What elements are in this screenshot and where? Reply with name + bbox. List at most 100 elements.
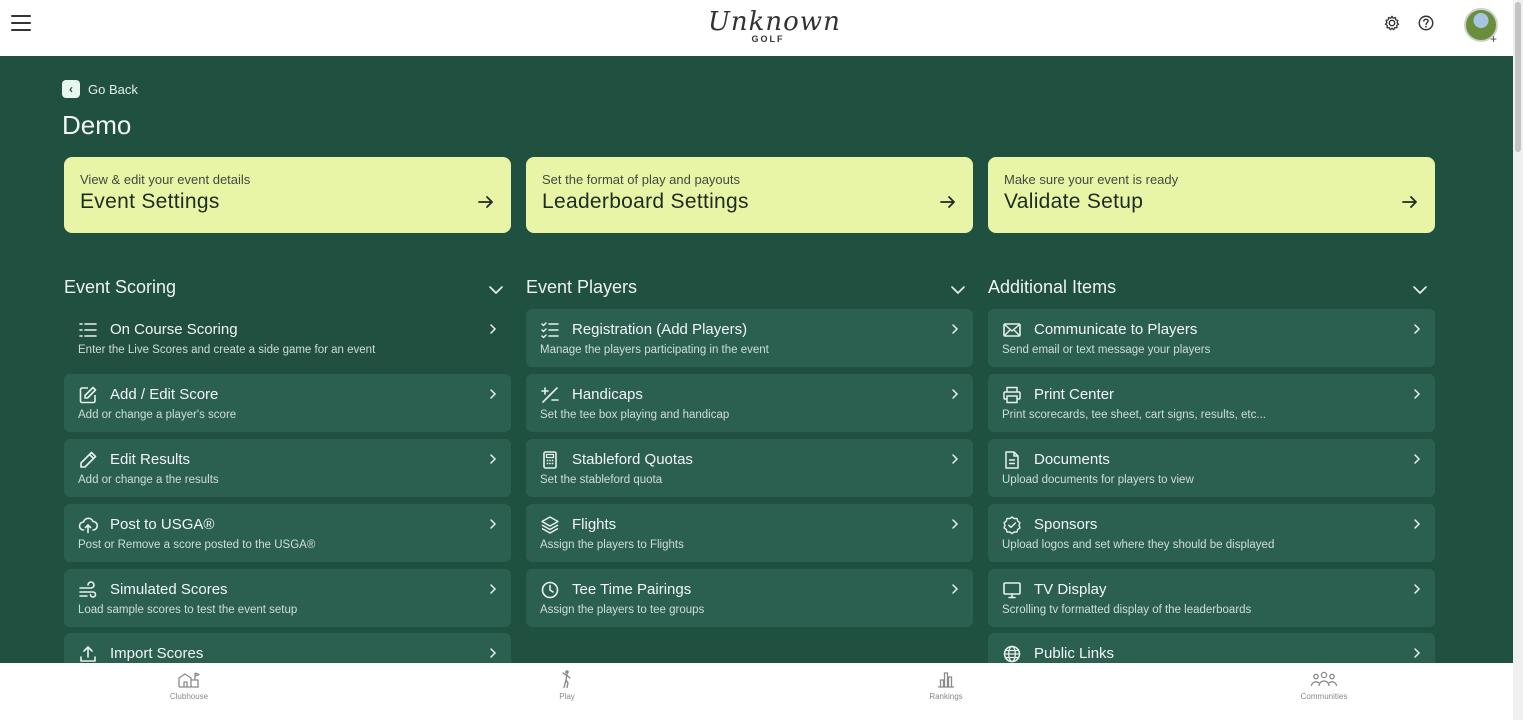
item-description: Assign the players to Flights	[540, 539, 684, 551]
section-title: Event Scoring	[64, 277, 177, 297]
clubhouse-icon	[178, 672, 200, 688]
logo-script: Unknown	[708, 7, 841, 37]
nav-rankings[interactable]: Rankings	[906, 669, 986, 701]
item-description: Upload documents for players to view	[1002, 474, 1194, 486]
communicate-to-players-item[interactable]: Communicate to Players Send email or tex…	[988, 309, 1435, 367]
post-to-usga-item[interactable]: Post to USGA® Post or Remove a score pos…	[64, 504, 511, 562]
chevron-right-icon	[490, 648, 497, 658]
scrollbar-thumb[interactable]	[1515, 2, 1521, 152]
item-title: TV Display	[1034, 581, 1107, 598]
help-icon[interactable]	[1417, 14, 1435, 32]
calculator-icon	[543, 451, 557, 469]
scrollbar[interactable]	[1513, 0, 1523, 720]
card-subtitle: View & edit your event details	[80, 172, 251, 187]
chevron-right-icon	[490, 519, 497, 529]
item-title: Registration (Add Players)	[572, 321, 748, 338]
golfer-icon	[562, 670, 571, 689]
chevron-right-icon	[490, 584, 497, 594]
leaderboard-settings-card[interactable]: Set the format of play and payouts Leade…	[526, 157, 973, 233]
chevron-down-icon	[1413, 286, 1427, 294]
wind-icon	[79, 581, 97, 598]
section-additional-items-header[interactable]: Additional Items	[988, 277, 1435, 301]
add-account-icon[interactable]: +	[1490, 32, 1497, 46]
pencil-icon	[80, 451, 97, 468]
go-back-button[interactable]: ‹ Go Back	[62, 80, 138, 98]
nav-label: Clubhouse	[169, 692, 209, 701]
tee-time-pairings-item[interactable]: Tee Time Pairings Assign the players to …	[526, 569, 973, 627]
document-icon	[1005, 451, 1019, 469]
sponsors-item[interactable]: Sponsors Upload logos and set where they…	[988, 504, 1435, 562]
chevron-right-icon	[952, 324, 959, 334]
print-center-item[interactable]: Print Center Print scorecards, tee sheet…	[988, 374, 1435, 432]
import-scores-item[interactable]: Import Scores	[64, 633, 511, 663]
app-logo[interactable]: Unknown GOLF	[708, 7, 841, 50]
registration-item[interactable]: Registration (Add Players) Manage the pl…	[526, 309, 973, 367]
item-title: Handicaps	[572, 386, 643, 403]
item-title: Communicate to Players	[1034, 321, 1198, 338]
stableford-quotas-item[interactable]: Stableford Quotas Set the stableford quo…	[526, 439, 973, 497]
chevron-right-icon	[952, 584, 959, 594]
plus-minus-icon	[541, 387, 559, 403]
documents-item[interactable]: Documents Upload documents for players t…	[988, 439, 1435, 497]
section-event-scoring-header[interactable]: Event Scoring	[64, 277, 511, 301]
checklist-icon	[541, 322, 559, 339]
item-title: On Course Scoring	[110, 321, 238, 338]
item-description: Add or change a the results	[78, 474, 219, 486]
item-description: Post or Remove a score posted to the USG…	[78, 539, 316, 551]
cloud-upload-icon	[78, 517, 98, 534]
upload-icon	[80, 646, 96, 662]
chevron-right-icon	[952, 454, 959, 464]
item-title: Documents	[1034, 451, 1110, 468]
item-description: Upload logos and set where they should b…	[1002, 539, 1275, 551]
chevron-right-icon	[490, 324, 497, 334]
item-title: Print Center	[1034, 386, 1115, 403]
handicaps-item[interactable]: Handicaps Set the tee box playing and ha…	[526, 374, 973, 432]
event-settings-card[interactable]: View & edit your event details Event Set…	[64, 157, 511, 233]
item-title: Tee Time Pairings	[572, 581, 692, 598]
nav-communities[interactable]: Communities	[1284, 669, 1364, 701]
item-description: Enter the Live Scores and create a side …	[78, 344, 376, 356]
card-title: Leaderboard Settings	[542, 190, 749, 213]
chevron-right-icon	[1414, 519, 1421, 529]
page-title: Demo	[62, 110, 132, 140]
chevron-down-icon	[489, 286, 503, 294]
nav-label: Rankings	[929, 692, 963, 701]
on-course-scoring-item[interactable]: On Course Scoring Enter the Live Scores …	[64, 309, 511, 367]
people-icon	[1310, 671, 1338, 687]
simulated-scores-item[interactable]: Simulated Scores Load sample scores to t…	[64, 569, 511, 627]
menu-icon[interactable]	[11, 15, 31, 33]
item-description: Manage the players participating in the …	[540, 344, 769, 356]
item-description: Add or change a player's score	[78, 409, 237, 421]
chevron-right-icon	[1414, 454, 1421, 464]
item-description: Print scorecards, tee sheet, cart signs,…	[1002, 409, 1266, 421]
item-description: Assign the players to tee groups	[540, 604, 705, 616]
top-header: Unknown GOLF +	[0, 0, 1513, 56]
bar-chart-icon	[938, 672, 954, 688]
nav-clubhouse[interactable]: Clubhouse	[149, 669, 229, 701]
nav-play[interactable]: Play	[527, 669, 607, 701]
flights-item[interactable]: Flights Assign the players to Flights	[526, 504, 973, 562]
section-title: Additional Items	[988, 277, 1117, 297]
card-title: Validate Setup	[1004, 190, 1144, 213]
tv-display-item[interactable]: TV Display Scrolling tv formatted displa…	[988, 569, 1435, 627]
chevron-right-icon	[490, 389, 497, 399]
arrow-right-icon	[1402, 196, 1417, 208]
add-edit-score-item[interactable]: Add / Edit Score Add or change a player'…	[64, 374, 511, 432]
chevron-right-icon	[1414, 389, 1421, 399]
validate-setup-card[interactable]: Make sure your event is ready Validate S…	[988, 157, 1435, 233]
item-title: Import Scores	[110, 645, 204, 662]
section-event-players-header[interactable]: Event Players	[526, 277, 973, 301]
badge-check-icon	[1003, 516, 1021, 535]
nav-label: Communities	[1300, 692, 1348, 701]
arrow-right-icon	[478, 196, 493, 208]
item-description: Load sample scores to test the event set…	[78, 604, 298, 616]
item-description: Send email or text message your players	[1002, 344, 1211, 356]
chevron-right-icon	[1414, 648, 1421, 658]
chevron-right-icon	[1414, 584, 1421, 594]
chevron-left-icon: ‹	[62, 80, 80, 98]
public-links-item[interactable]: Public Links	[988, 633, 1435, 663]
gear-icon[interactable]	[1383, 14, 1401, 32]
card-subtitle: Set the format of play and payouts	[542, 172, 741, 187]
item-description: Scrolling tv formatted display of the le…	[1002, 604, 1252, 616]
edit-results-item[interactable]: Edit Results Add or change a the results	[64, 439, 511, 497]
